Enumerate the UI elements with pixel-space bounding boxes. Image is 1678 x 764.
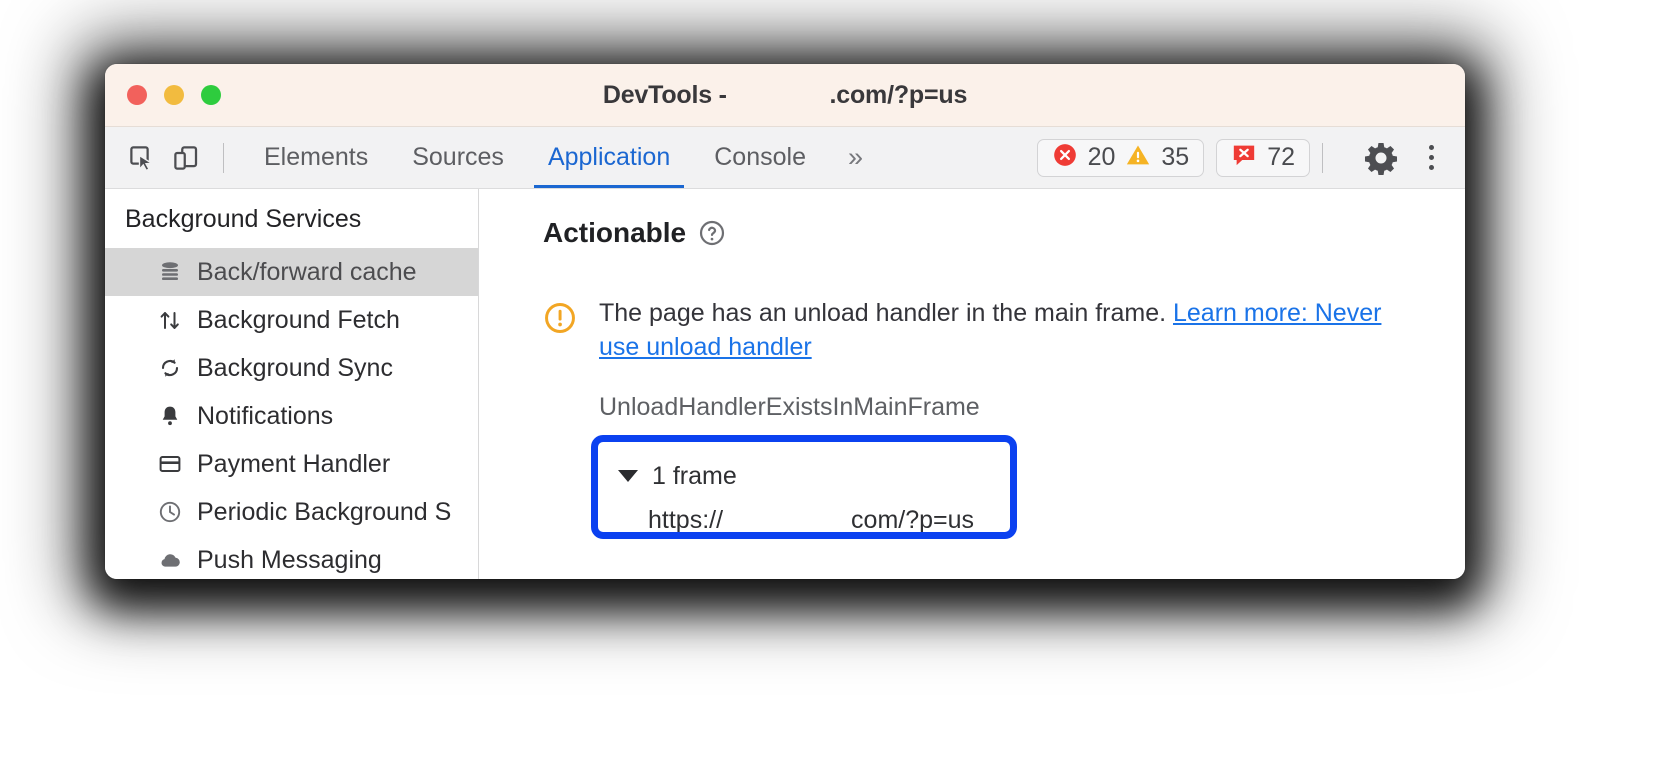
frames-summary-label: 1 frame: [652, 461, 737, 490]
tab-application[interactable]: Application: [526, 127, 692, 188]
credit-card-icon: [157, 451, 183, 477]
error-warning-counter[interactable]: 20 35: [1036, 138, 1205, 177]
frame-url-suffix: com/?p=us: [851, 505, 975, 534]
window-title-suffix: .com/?p=us: [829, 80, 968, 109]
tab-application-label: Application: [547, 143, 671, 171]
question-circle-icon[interactable]: [698, 219, 726, 247]
application-sidebar: Background Services Back/forward cache B…: [105, 189, 479, 579]
error-count: 20: [1087, 143, 1116, 171]
sidebar-item-background-fetch[interactable]: Background Fetch: [105, 296, 478, 344]
kebab-dot-3: [1428, 165, 1434, 170]
clock-icon: [157, 499, 183, 525]
kebab-menu-icon[interactable]: [1411, 134, 1451, 182]
sidebar-item-notifications-label: Notifications: [197, 401, 334, 430]
sidebar-item-periodic-background-sync-label: Periodic Background S: [197, 497, 452, 526]
panel-header: Actionable: [543, 217, 1465, 249]
kebab-dot-1: [1428, 145, 1434, 150]
issues-bubble-icon: [1231, 142, 1257, 173]
sidebar-item-background-fetch-label: Background Fetch: [197, 305, 400, 334]
window-title: DevTools - .com/?p=us: [105, 81, 1465, 110]
kebab-dot-2: [1428, 155, 1434, 160]
frames-highlight-box: 1 frame https:// com/?p=us: [591, 435, 1017, 539]
bfcache-reason-code: UnloadHandlerExistsInMainFrame: [599, 392, 980, 421]
sync-icon: [157, 355, 183, 381]
arrows-updown-icon: [157, 307, 183, 333]
sidebar-section-background-services: Background Services: [125, 205, 362, 233]
devtools-window: DevTools - .com/?p=us Elements Sources A…: [105, 64, 1465, 579]
tab-sources[interactable]: Sources: [390, 127, 526, 188]
sidebar-item-payment-handler[interactable]: Payment Handler: [105, 440, 478, 488]
sidebar-item-payment-handler-label: Payment Handler: [197, 449, 391, 478]
warning-count: 35: [1161, 143, 1190, 171]
toolbar-status-area: 20 35 72: [1025, 134, 1451, 182]
bfcache-issue: The page has an unload handler in the ma…: [543, 297, 1465, 365]
window-title-prefix: DevTools -: [602, 80, 734, 109]
sidebar-item-notifications[interactable]: Notifications: [105, 392, 478, 440]
tab-console[interactable]: Console: [692, 127, 828, 188]
cloud-icon: [157, 547, 183, 573]
sidebar-item-push-messaging-label: Push Messaging: [197, 545, 382, 574]
sidebar-item-back-forward-cache[interactable]: Back/forward cache: [105, 248, 478, 296]
devtools-toolbar: Elements Sources Application Console » 2…: [105, 127, 1465, 189]
frame-url-prefix: https://: [648, 505, 724, 534]
warning-circle-icon: [543, 301, 577, 335]
issues-counter[interactable]: 72: [1216, 138, 1310, 177]
sidebar-item-back-forward-cache-label: Back/forward cache: [197, 257, 417, 286]
devtools-body: Background Services Back/forward cache B…: [105, 189, 1465, 579]
more-tabs-label: »: [847, 142, 864, 172]
triangle-down-icon[interactable]: [618, 470, 638, 482]
warning-triangle-icon: [1125, 142, 1151, 173]
error-circle-icon: [1052, 142, 1078, 173]
bfcache-issue-text: The page has an unload handler in the ma…: [599, 297, 1399, 365]
bfcache-panel: Actionable The page has an unload handle…: [479, 189, 1465, 579]
inspect-element-icon[interactable]: [123, 139, 161, 177]
sidebar-item-background-sync[interactable]: Background Sync: [105, 344, 478, 392]
window-titlebar: DevTools - .com/?p=us: [105, 64, 1465, 127]
bfcache-issue-description: The page has an unload handler in the ma…: [599, 299, 1173, 327]
page-title: Actionable: [543, 217, 687, 248]
issues-count: 72: [1267, 143, 1295, 171]
frames-summary-row[interactable]: 1 frame: [598, 454, 1010, 498]
tab-console-label: Console: [714, 143, 806, 171]
bell-icon: [157, 403, 183, 429]
sidebar-item-periodic-background-sync[interactable]: Periodic Background S: [105, 488, 478, 536]
toolbar-divider-right: [1322, 142, 1323, 173]
screenshot-root: DevTools - .com/?p=us Elements Sources A…: [0, 0, 1678, 764]
frame-url-item[interactable]: https:// com/?p=us: [598, 498, 1010, 534]
sidebar-item-push-messaging[interactable]: Push Messaging: [105, 536, 478, 579]
sidebar-item-background-sync-label: Background Sync: [197, 353, 393, 382]
panel-tabs: Elements Sources Application Console: [242, 127, 828, 188]
tab-sources-label: Sources: [412, 143, 504, 171]
database-icon: [157, 259, 183, 285]
device-toolbar-icon[interactable]: [167, 139, 205, 177]
tab-elements-label: Elements: [264, 143, 369, 171]
gear-icon[interactable]: [1357, 134, 1405, 182]
more-tabs-icon[interactable]: »: [828, 142, 883, 173]
toolbar-divider: [223, 142, 224, 173]
tab-elements[interactable]: Elements: [242, 127, 390, 188]
